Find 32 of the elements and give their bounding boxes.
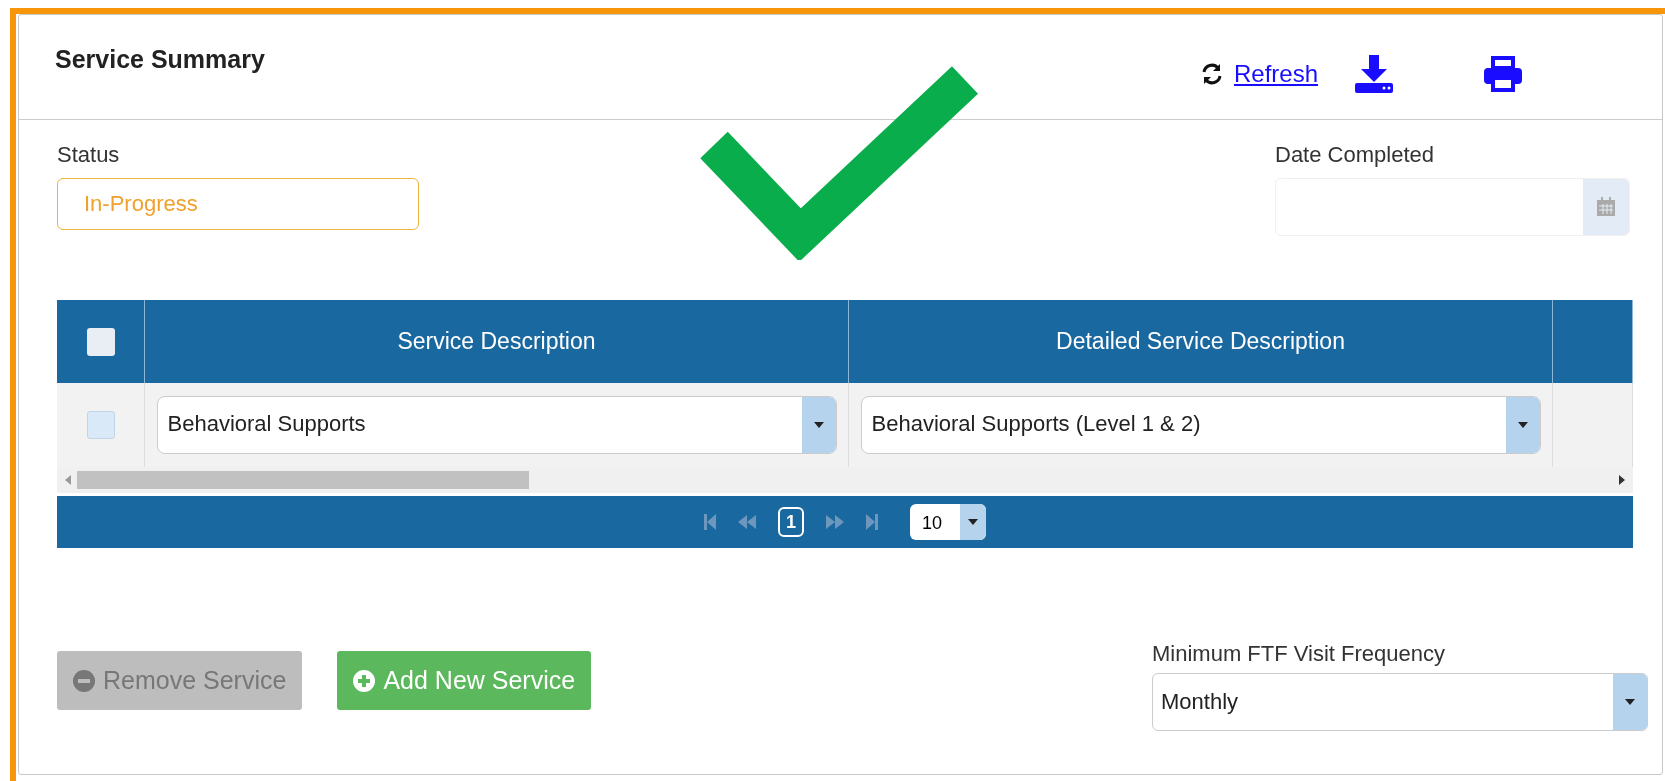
download-icon[interactable]: [1354, 55, 1394, 93]
last-page-icon[interactable]: [866, 514, 878, 530]
frequency-label: Minimum FTF Visit Frequency: [1152, 641, 1446, 667]
caret-icon: [1517, 422, 1528, 428]
scroll-left-icon[interactable]: [65, 475, 71, 485]
caret-icon: [813, 422, 824, 428]
previous-page-icon[interactable]: [738, 515, 756, 529]
caret-icon: [1625, 699, 1635, 705]
service-select[interactable]: Behavioral Supports: [156, 396, 837, 454]
detail-select[interactable]: Behavioral Supports (Level 1 & 2): [860, 396, 1541, 454]
minus-circle-icon: [73, 669, 95, 692]
next-page-icon[interactable]: [826, 515, 844, 529]
page-number[interactable]: 1: [778, 507, 804, 537]
status-field: In-Progress: [57, 178, 419, 230]
date-completed-label: Date Completed: [1275, 142, 1435, 168]
horizontal-scrollbar[interactable]: [57, 467, 1633, 493]
plus-circle-icon: [353, 669, 376, 692]
print-icon[interactable]: [1484, 56, 1522, 92]
date-field[interactable]: [1275, 178, 1630, 236]
status-label: Status: [57, 142, 121, 168]
row-checkbox[interactable]: [86, 411, 115, 439]
column-header: Service Description: [397, 328, 596, 355]
select-all-checkbox[interactable]: [86, 327, 115, 356]
calendar-icon[interactable]: [1596, 197, 1616, 217]
frequency-select[interactable]: Monthly: [1152, 673, 1648, 731]
first-page-icon[interactable]: [704, 514, 716, 530]
panel-title: Service Summary: [55, 45, 265, 74]
column-header: Detailed Service Description: [1056, 328, 1345, 355]
refresh-link[interactable]: Refresh: [1233, 60, 1318, 88]
scroll-right-icon[interactable]: [1619, 475, 1625, 485]
page-size-select[interactable]: 10: [910, 504, 986, 540]
caret-icon: [968, 519, 978, 525]
